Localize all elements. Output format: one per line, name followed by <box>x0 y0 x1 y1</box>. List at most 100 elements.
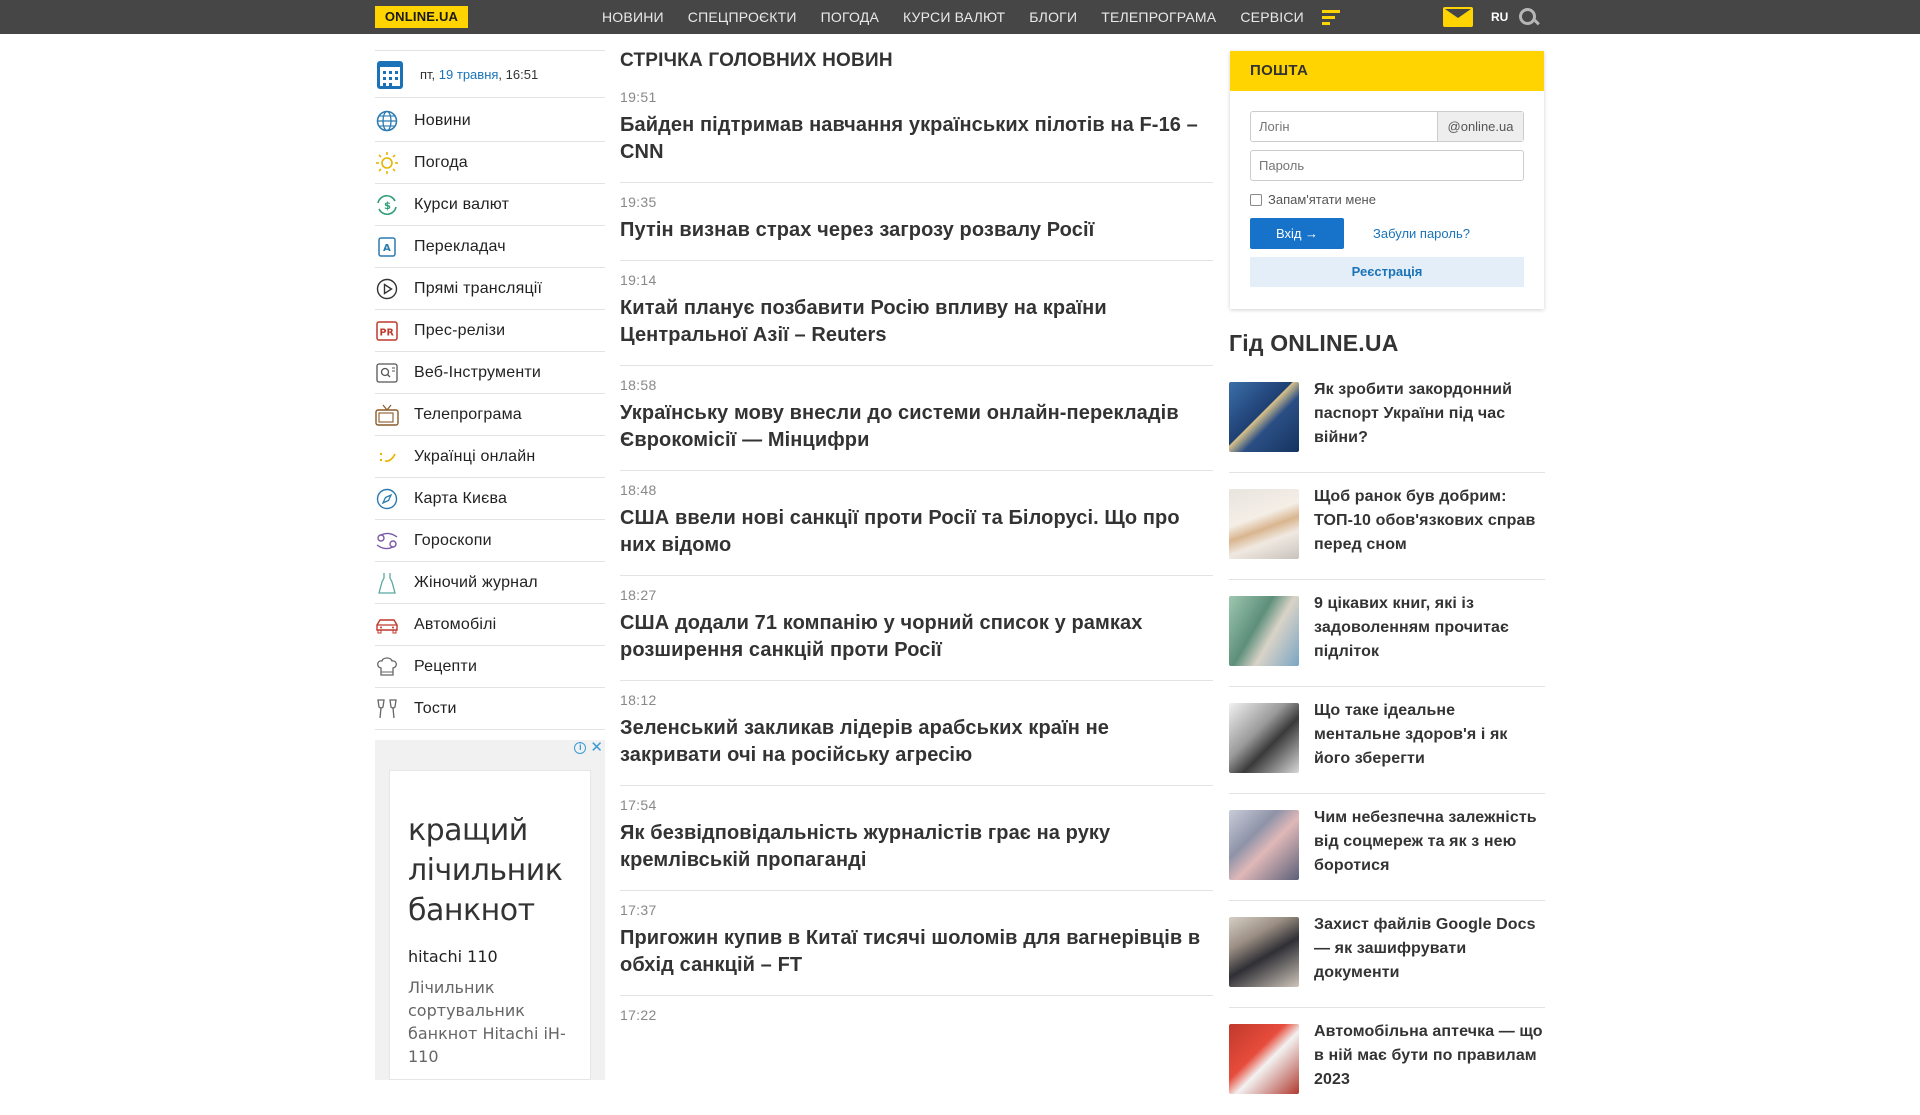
guide-item[interactable]: 9 цікавих книг, які із задоволенням проч… <box>1229 580 1545 687</box>
search-icon[interactable] <box>1519 8 1539 28</box>
news-title[interactable]: Пригожин купив в Китаї тисячі шоломів дл… <box>620 925 1213 995</box>
news-time: 19:51 <box>620 89 657 105</box>
news-item[interactable]: 17:54 Як безвідповідальність журналістів… <box>620 786 1213 891</box>
menu-icon[interactable] <box>1321 10 1340 26</box>
news-title[interactable]: Байден підтримав навчання українських пі… <box>620 112 1213 182</box>
sidebar-item-cars[interactable]: Автомобілі <box>375 604 605 646</box>
dress-icon <box>375 572 399 594</box>
sidebar-item-womens-magazine[interactable]: Жіночий журнал <box>375 562 605 604</box>
sidebar-item-toasts[interactable]: Тости <box>375 688 605 730</box>
mail-icon[interactable] <box>1443 7 1473 27</box>
glasses-icon <box>375 698 399 720</box>
calendar-icon <box>377 61 403 89</box>
nav-blogs[interactable]: БЛОГИ <box>1017 0 1089 34</box>
ad-close-icon[interactable]: ✕ <box>590 740 603 755</box>
guide-title[interactable]: Автомобільна аптечка — що в ній має бути… <box>1314 1020 1545 1092</box>
news-item[interactable]: 19:35 Путін визнав страх через загрозу р… <box>620 183 1213 261</box>
login-input[interactable] <box>1251 112 1437 141</box>
checkbox-icon[interactable] <box>1250 193 1262 206</box>
nav-news[interactable]: НОВИНИ <box>590 0 676 34</box>
guide-title[interactable]: Як зробити закордонний паспорт України п… <box>1314 378 1545 450</box>
guide-thumbnail[interactable] <box>1229 489 1299 559</box>
news-item[interactable]: 19:14 Китай планує позбавити Росію вплив… <box>620 261 1213 366</box>
sidebar-item-web-tools[interactable]: Веб-Інструменти <box>375 352 605 394</box>
sidebar-item-label: Новини <box>414 111 471 129</box>
news-title[interactable] <box>620 1030 1213 1046</box>
top-navigation-bar: ONLINE.UA НОВИНИ СПЕЦПРОЄКТИ ПОГОДА КУРС… <box>0 0 1920 34</box>
guide-title[interactable]: 9 цікавих книг, які із задоволенням проч… <box>1314 592 1545 664</box>
sidebar-item-ukrainians-online[interactable]: Українці онлайн <box>375 436 605 478</box>
news-title[interactable]: Китай планує позбавити Росію впливу на к… <box>620 295 1213 365</box>
news-time: 18:12 <box>620 692 657 708</box>
sidebar-item-currency[interactable]: $ Курси валют <box>375 184 605 226</box>
guide-item[interactable]: Захист файлів Google Docs — як зашифрува… <box>1229 901 1545 1008</box>
mail-login-widget: ПОШТА @online.ua Запам'ятати мене Вхід →… <box>1230 51 1544 309</box>
news-title[interactable]: Українську мову внесли до системи онлайн… <box>620 400 1213 470</box>
news-item[interactable]: 19:51 Байден підтримав навчання українсь… <box>620 78 1213 183</box>
sidebar-item-live[interactable]: Прямі трансляції <box>375 268 605 310</box>
guide-thumbnail[interactable] <box>1229 703 1299 773</box>
login-button[interactable]: Вхід → <box>1250 218 1344 249</box>
sidebar-item-tv-program[interactable]: Телепрограма <box>375 394 605 436</box>
sidebar-item-label: Гороскопи <box>414 531 492 549</box>
ad-info-icon[interactable]: i <box>574 742 587 754</box>
sidebar-item-recipes[interactable]: Рецепти <box>375 646 605 688</box>
svg-text:PR: PR <box>380 328 395 339</box>
sidebar-item-weather[interactable]: Погода <box>375 142 605 184</box>
site-logo[interactable]: ONLINE.UA <box>375 6 468 28</box>
news-title[interactable]: Як безвідповідальність журналістів грає … <box>620 820 1213 890</box>
guide-thumbnail[interactable] <box>1229 917 1299 987</box>
guide-title[interactable]: Чим небезпечна залежність від соцмереж т… <box>1314 806 1545 878</box>
remember-me-checkbox[interactable]: Запам'ятати мене <box>1250 192 1376 207</box>
guide-item[interactable]: Щоб ранок був добрим: ТОП-10 обов'язкови… <box>1229 473 1545 580</box>
guide-title[interactable]: Що таке ідеальне ментальне здоров'я і як… <box>1314 699 1545 771</box>
news-title[interactable]: Зеленський закликав лідерів арабських кр… <box>620 715 1213 785</box>
sidebar-item-news[interactable]: Новини <box>375 100 605 142</box>
sidebar-item-press-releases[interactable]: PR Прес-релізи <box>375 310 605 352</box>
date-link[interactable]: 19 травня <box>439 67 499 82</box>
play-icon <box>375 278 399 300</box>
news-time: 17:54 <box>620 797 657 813</box>
nav-currency[interactable]: КУРСИ ВАЛЮТ <box>891 0 1017 34</box>
news-item[interactable]: 18:27 США додали 71 компанію у чорний сп… <box>620 576 1213 681</box>
news-item[interactable]: 18:12 Зеленський закликав лідерів арабсь… <box>620 681 1213 786</box>
feed-heading: СТРІЧКА ГОЛОВНИХ НОВИН <box>620 50 893 71</box>
guide-item[interactable]: Автомобільна аптечка — що в ній має бути… <box>1229 1008 1545 1115</box>
news-item[interactable]: 17:37 Пригожин купив в Китаї тисячі шоло… <box>620 891 1213 996</box>
news-title[interactable]: США ввели нові санкції проти Росії та Бі… <box>620 505 1213 575</box>
news-title[interactable]: Путін визнав страх через загрозу розвалу… <box>620 217 1213 260</box>
nav-services[interactable]: СЕРВІСИ <box>1228 0 1316 34</box>
guide-thumbnail[interactable] <box>1229 596 1299 666</box>
ad-subtitle: hitachi 110 <box>408 947 498 966</box>
news-title[interactable]: США додали 71 компанію у чорний список у… <box>620 610 1213 680</box>
forgot-password-link[interactable]: Забули пароль? <box>1373 226 1470 241</box>
guide-thumbnail[interactable] <box>1229 810 1299 880</box>
guide-thumbnail[interactable] <box>1229 382 1299 452</box>
nav-special-projects[interactable]: СПЕЦПРОЄКТИ <box>676 0 809 34</box>
guide-title[interactable]: Захист файлів Google Docs — як зашифрува… <box>1314 913 1545 985</box>
current-date: пт, 19 травня, 16:51 <box>420 67 539 82</box>
news-item[interactable]: 18:48 США ввели нові санкції проти Росії… <box>620 471 1213 576</box>
sidebar-item-kyiv-map[interactable]: Карта Києва <box>375 478 605 520</box>
guide-item[interactable]: Що таке ідеальне ментальне здоров'я і як… <box>1229 687 1545 794</box>
nav-tv-program[interactable]: ТЕЛЕПРОГРАМА <box>1089 0 1228 34</box>
register-button[interactable]: Реєстрація <box>1250 257 1524 287</box>
news-item[interactable]: 17:22 <box>620 996 1213 1046</box>
cancer-zodiac-icon <box>375 530 399 552</box>
ad-headline: кращий лічильник банкнот <box>408 813 563 928</box>
translate-icon: A <box>375 236 399 258</box>
chef-hat-icon <box>375 656 399 678</box>
sidebar-item-translator[interactable]: A Перекладач <box>375 226 605 268</box>
news-item[interactable]: 18:58 Українську мову внесли до системи … <box>620 366 1213 471</box>
guide-title[interactable]: Щоб ранок був добрим: ТОП-10 обов'язкови… <box>1314 485 1545 557</box>
guide-thumbnail[interactable] <box>1229 1024 1299 1094</box>
guide-item[interactable]: Як зробити закордонний паспорт України п… <box>1229 366 1545 473</box>
advertisement[interactable]: i ✕ кращий лічильник банкнот hitachi 110… <box>375 740 605 1080</box>
language-switch[interactable]: RU <box>1491 0 1508 34</box>
nav-weather[interactable]: ПОГОДА <box>809 0 891 34</box>
sidebar-item-horoscopes[interactable]: Гороскопи <box>375 520 605 562</box>
guide-item[interactable]: Чим небезпечна залежність від соцмереж т… <box>1229 794 1545 901</box>
sidebar-item-label: Веб-Інструменти <box>414 363 542 381</box>
ad-card[interactable]: кращий лічильник банкнот hitachi 110 Ліч… <box>389 770 591 1080</box>
password-input[interactable] <box>1250 150 1524 181</box>
